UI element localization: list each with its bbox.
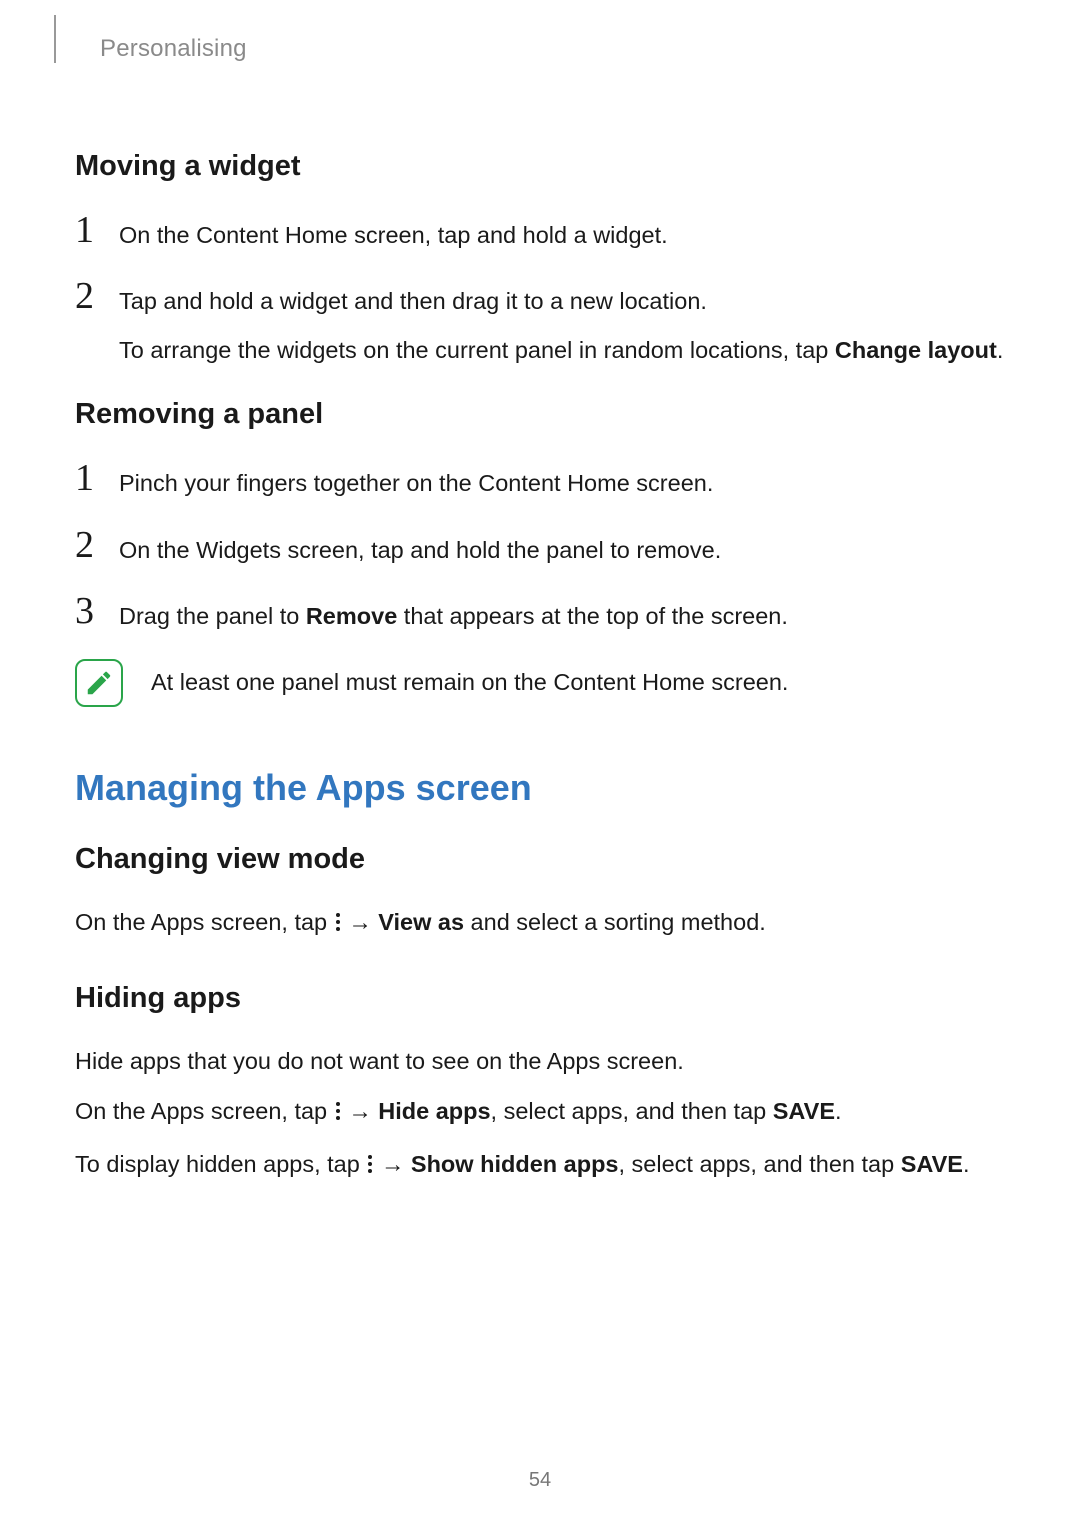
text-fragment: that appears at the top of the screen. [397, 603, 788, 629]
header-divider [54, 15, 56, 63]
text-fragment: . [835, 1098, 842, 1124]
step-text-line: On the Content Home screen, tap and hold… [119, 217, 668, 253]
heading-moving-widget: Moving a widget [75, 150, 1005, 183]
bold-hide-apps: Hide apps [378, 1098, 490, 1124]
text-fragment: . [963, 1151, 970, 1177]
text-fragment: → [342, 909, 379, 935]
paragraph: On the Apps screen, tap → View as and se… [75, 904, 1005, 942]
step-item: 1 Pinch your fingers together on the Con… [75, 459, 1005, 501]
paragraph: Hide apps that you do not want to see on… [75, 1043, 1005, 1079]
bold-save: SAVE [773, 1098, 835, 1124]
step-text: Drag the panel to Remove that appears at… [119, 592, 788, 634]
step-number: 2 [75, 277, 101, 315]
step-item: 2 Tap and hold a widget and then drag it… [75, 277, 1005, 368]
bold-show-hidden: Show hidden apps [411, 1151, 619, 1177]
step-text: On the Content Home screen, tap and hold… [119, 211, 668, 253]
text-fragment: , select apps, and then tap [491, 1098, 773, 1124]
step-text: Tap and hold a widget and then drag it t… [119, 277, 1003, 368]
heading-removing-panel: Removing a panel [75, 398, 1005, 431]
bold-remove: Remove [306, 603, 397, 629]
text-fragment: On the Apps screen, tap [75, 909, 334, 935]
paragraph: To display hidden apps, tap → Show hidde… [75, 1146, 1005, 1184]
more-options-icon [334, 1095, 342, 1131]
page: Personalising Moving a widget 1 On the C… [0, 0, 1080, 1527]
text-fragment: Drag the panel to [119, 603, 306, 629]
step-item: 1 On the Content Home screen, tap and ho… [75, 211, 1005, 253]
step-text: On the Widgets screen, tap and hold the … [119, 526, 721, 568]
text-fragment: . [997, 337, 1004, 363]
more-options-icon [334, 906, 342, 942]
step-number: 1 [75, 459, 101, 497]
note-text: At least one panel must remain on the Co… [151, 665, 788, 700]
step-item: 3 Drag the panel to Remove that appears … [75, 592, 1005, 634]
step-text-line: Tap and hold a widget and then drag it t… [119, 283, 1003, 319]
text-fragment: → [374, 1151, 411, 1177]
text-fragment: , select apps, and then tap [619, 1151, 901, 1177]
bold-change-layout: Change layout [835, 337, 997, 363]
step-text-line: Pinch your fingers together on the Conte… [119, 465, 713, 501]
bold-save: SAVE [901, 1151, 963, 1177]
heading-managing-apps: Managing the Apps screen [75, 767, 1005, 809]
step-number: 3 [75, 592, 101, 630]
step-text: Pinch your fingers together on the Conte… [119, 459, 713, 501]
page-number: 54 [0, 1469, 1080, 1492]
text-fragment: To display hidden apps, tap [75, 1151, 366, 1177]
pencil-icon [84, 668, 114, 698]
step-text-line: Drag the panel to Remove that appears at… [119, 598, 788, 634]
heading-changing-view: Changing view mode [75, 843, 1005, 876]
heading-hiding-apps: Hiding apps [75, 982, 1005, 1015]
text-fragment: and select a sorting method. [464, 909, 766, 935]
page-content: Moving a widget 1 On the Content Home sc… [75, 30, 1005, 1184]
breadcrumb: Personalising [100, 35, 247, 63]
bold-view-as: View as [378, 909, 464, 935]
note-row: At least one panel must remain on the Co… [75, 659, 1005, 707]
text-fragment: On the Apps screen, tap [75, 1098, 334, 1124]
note-icon [75, 659, 123, 707]
step-item: 2 On the Widgets screen, tap and hold th… [75, 526, 1005, 568]
step-number: 1 [75, 211, 101, 249]
step-text-line: To arrange the widgets on the current pa… [119, 332, 1003, 368]
text-fragment: To arrange the widgets on the current pa… [119, 337, 835, 363]
step-number: 2 [75, 526, 101, 564]
text-fragment: → [342, 1098, 379, 1124]
paragraph: On the Apps screen, tap → Hide apps, sel… [75, 1093, 1005, 1131]
step-text-line: On the Widgets screen, tap and hold the … [119, 532, 721, 568]
